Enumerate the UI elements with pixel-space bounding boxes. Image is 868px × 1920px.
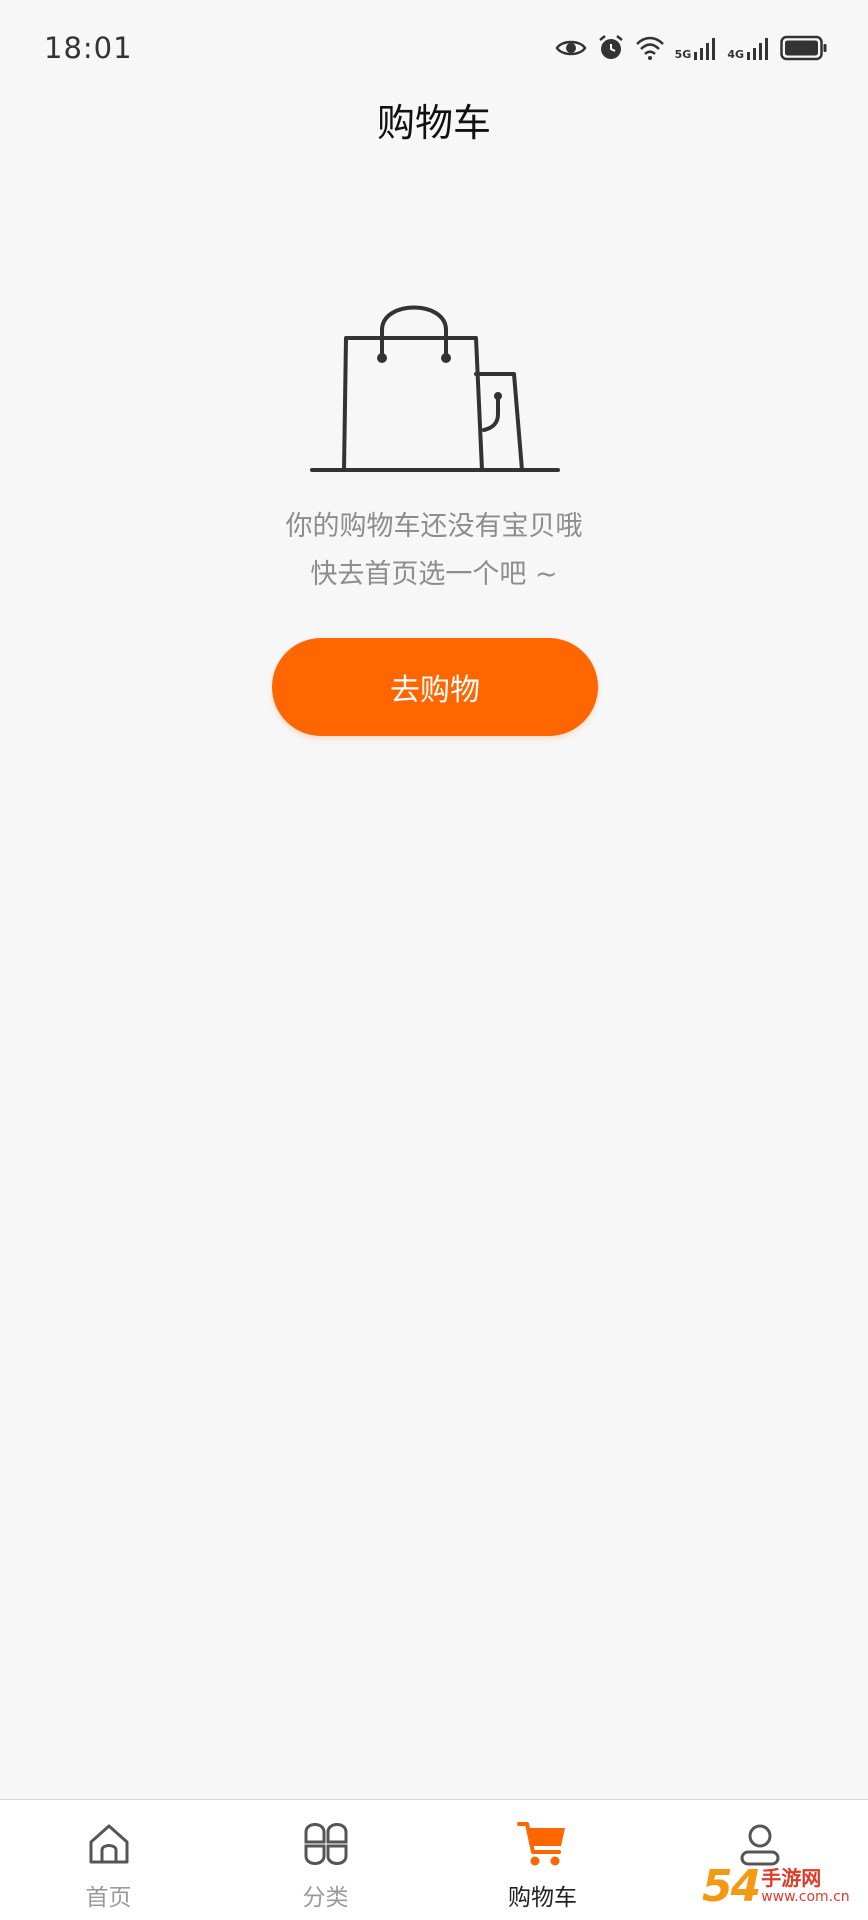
signal-bars-icon	[694, 38, 716, 60]
net-label-5g: 5G	[674, 48, 692, 61]
wifi-icon	[635, 36, 664, 60]
go-shopping-button[interactable]: 去购物	[272, 638, 598, 736]
tab-category[interactable]: 分类	[217, 1800, 434, 1920]
tab-label-category: 分类	[302, 1885, 349, 1911]
watermark-url: www.com.cn	[761, 1889, 850, 1905]
tab-label-cart: 购物车	[508, 1885, 577, 1911]
net-label-4g: 4G	[727, 48, 744, 61]
watermark-brand: 手游网	[761, 1866, 822, 1890]
watermark-logo: 54 手游网 www.com.cn	[702, 1858, 862, 1914]
signal-bars-icon	[747, 38, 768, 60]
tab-home[interactable]: 首页	[0, 1800, 217, 1920]
status-icons: 5G 4G	[555, 34, 828, 62]
empty-message-line2: 快去首页选一个吧 ~	[310, 559, 558, 590]
category-icon	[300, 1818, 352, 1870]
cart-icon	[516, 1818, 569, 1870]
empty-message-line1: 你的购物车还没有宝贝哦	[285, 511, 583, 542]
signal-4g: 4G	[727, 36, 770, 60]
home-icon	[83, 1818, 135, 1870]
screen: 18:01 5G 4G 购物车 你的购物车还没有宝贝哦 快去首页选一个吧 ~ 去…	[0, 0, 868, 1920]
alarm-icon	[598, 35, 623, 59]
page-title: 购物车	[376, 101, 491, 145]
signal-5g: 5G	[675, 36, 718, 60]
status-time: 18:01	[44, 31, 133, 65]
watermark-digits: 54	[702, 1860, 761, 1912]
watermark-text: 手游网 www.com.cn	[761, 1867, 849, 1905]
battery-icon	[780, 35, 827, 61]
tab-label-home: 首页	[85, 1885, 132, 1911]
eye-icon	[555, 40, 587, 56]
tab-cart[interactable]: 购物车	[434, 1800, 651, 1920]
shopping-bag-icon	[310, 305, 560, 472]
status-bar: 18:01 5G 4G	[0, 0, 868, 96]
